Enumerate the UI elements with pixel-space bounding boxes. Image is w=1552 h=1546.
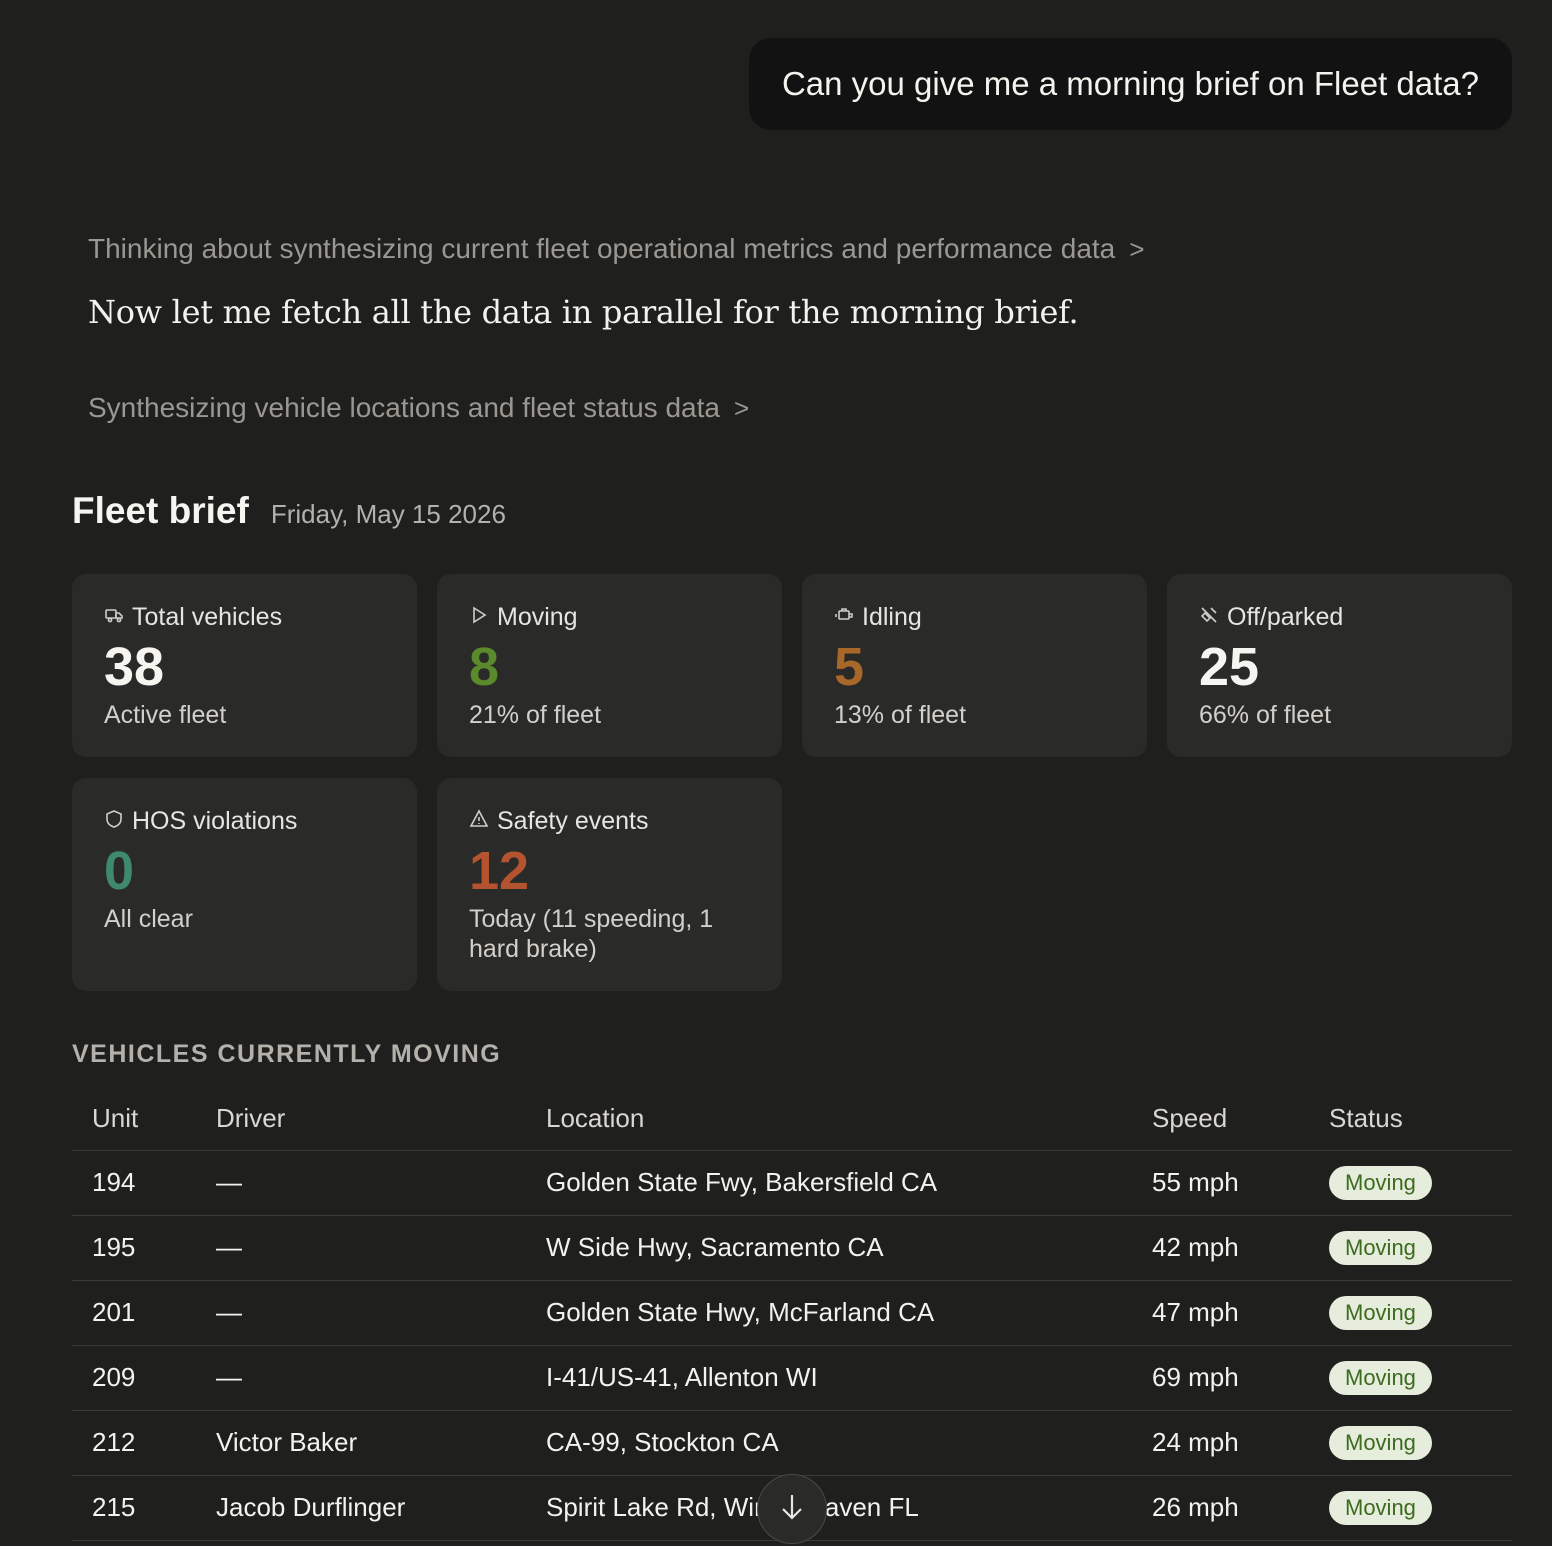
cell-unit: 194 <box>72 1150 196 1216</box>
card-value: 8 <box>469 637 500 697</box>
play-icon <box>469 603 489 632</box>
card-value: 38 <box>104 637 165 697</box>
status-badge: Moving <box>1329 1230 1432 1265</box>
warning-icon <box>469 807 489 836</box>
cell-unit: 209 <box>72 1345 196 1411</box>
card-value: 12 <box>469 841 530 901</box>
cell-speed: 55 mph <box>1132 1150 1309 1216</box>
thinking-toggle-1[interactable]: Thinking about synthesizing current flee… <box>88 233 1144 265</box>
table-row: 195 — W Side Hwy, Sacramento CA 42 mph M… <box>72 1215 1512 1281</box>
card-subtitle: Active fleet <box>104 701 227 729</box>
card-off-parked: Off/parked 25 66% of fleet <box>1167 574 1512 757</box>
column-header-driver: Driver <box>196 1088 526 1151</box>
card-value: 25 <box>1199 637 1260 697</box>
card-label: HOS violations <box>132 806 298 835</box>
status-badge: Moving <box>1329 1295 1432 1330</box>
cell-driver: Victor Baker <box>196 1410 526 1476</box>
column-header-location: Location <box>526 1088 1132 1151</box>
cell-driver: Jacob Durflinger <box>196 1475 526 1541</box>
cell-speed: 24 mph <box>1132 1410 1309 1476</box>
cell-speed: 47 mph <box>1132 1280 1309 1346</box>
cell-location: Spirit Lake Rd, Winter Haven FL <box>526 1475 1132 1541</box>
card-subtitle: Today (11 speeding, 1 hard brake) <box>469 905 714 963</box>
section-title: VEHICLES CURRENTLY MOVING <box>72 1040 502 1068</box>
vehicles-moving-table: Unit Driver Location Speed Status 194 — … <box>72 1088 1512 1541</box>
user-message-bubble: Can you give me a morning brief on Fleet… <box>748 38 1512 130</box>
card-safety-events: Safety events 12 Today (11 speeding, 1 h… <box>437 778 782 991</box>
cell-unit: 212 <box>72 1410 196 1476</box>
truck-icon <box>104 603 124 632</box>
card-label: Off/parked <box>1227 602 1344 631</box>
column-header-status: Status <box>1309 1088 1512 1151</box>
card-subtitle: 66% of fleet <box>1199 701 1332 729</box>
card-label: Moving <box>497 602 578 631</box>
cell-location: I-41/US-41, Allenton WI <box>526 1345 1132 1411</box>
card-moving: Moving 8 21% of fleet <box>437 574 782 757</box>
thinking-text-2: Synthesizing vehicle locations and fleet… <box>88 392 720 423</box>
card-subtitle: All clear <box>104 905 193 933</box>
card-subtitle: 21% of fleet <box>469 701 602 729</box>
shield-icon <box>104 807 124 836</box>
card-idling: Idling 5 13% of fleet <box>802 574 1147 757</box>
table-row: 194 — Golden State Fwy, Bakersfield CA 5… <box>72 1150 1512 1216</box>
cell-unit: 215 <box>72 1475 196 1541</box>
chat-page: Can you give me a morning brief on Fleet… <box>0 0 1552 1546</box>
cell-location: CA-99, Stockton CA <box>526 1410 1132 1476</box>
arrow-down-icon <box>779 1492 805 1527</box>
cell-location: W Side Hwy, Sacramento CA <box>526 1215 1132 1281</box>
cell-speed: 69 mph <box>1132 1345 1309 1411</box>
card-total-vehicles: Total vehicles 38 Active fleet <box>72 574 417 757</box>
table-row: 201 — Golden State Hwy, McFarland CA 47 … <box>72 1280 1512 1346</box>
cell-speed: 42 mph <box>1132 1215 1309 1281</box>
card-label: Safety events <box>497 806 649 835</box>
thinking-text-1: Thinking about synthesizing current flee… <box>88 233 1116 264</box>
thinking-toggle-2[interactable]: Synthesizing vehicle locations and fleet… <box>88 392 749 424</box>
table-header-row: Unit Driver Location Speed Status <box>72 1088 1512 1151</box>
column-header-unit: Unit <box>72 1088 196 1151</box>
cell-driver: — <box>196 1345 526 1411</box>
card-subtitle: 13% of fleet <box>834 701 967 729</box>
brief-title: Fleet brief <box>72 490 249 531</box>
brief-header: Fleet brief Friday, May 15 2026 <box>72 490 506 532</box>
card-value: 0 <box>104 841 135 901</box>
table-row: 209 — I-41/US-41, Allenton WI 69 mph Mov… <box>72 1345 1512 1411</box>
user-message-text: Can you give me a morning brief on Fleet… <box>781 65 1479 102</box>
engine-icon <box>834 603 854 632</box>
card-hos-violations: HOS violations 0 All clear <box>72 778 417 991</box>
cell-location: Golden State Hwy, McFarland CA <box>526 1280 1132 1346</box>
parked-off-icon <box>1199 603 1219 632</box>
assistant-message: Now let me fetch all the data in paralle… <box>88 293 1079 331</box>
chevron-right-icon: > <box>733 392 750 423</box>
card-label: Total vehicles <box>132 602 283 631</box>
chevron-right-icon: > <box>1129 233 1145 264</box>
status-badge: Moving <box>1329 1490 1432 1525</box>
card-label: Idling <box>862 602 922 631</box>
cell-driver: — <box>196 1280 526 1346</box>
cell-driver: — <box>196 1215 526 1281</box>
status-badge: Moving <box>1329 1425 1432 1460</box>
cell-location: Golden State Fwy, Bakersfield CA <box>526 1150 1132 1216</box>
cell-unit: 195 <box>72 1215 196 1281</box>
status-badge: Moving <box>1329 1165 1432 1200</box>
scroll-to-bottom-button[interactable] <box>757 1474 827 1544</box>
cell-unit: 201 <box>72 1280 196 1346</box>
brief-date: Friday, May 15 2026 <box>270 499 506 529</box>
table-row: 212 Victor Baker CA-99, Stockton CA 24 m… <box>72 1410 1512 1476</box>
cell-driver: — <box>196 1150 526 1216</box>
card-value: 5 <box>834 637 865 697</box>
status-badge: Moving <box>1329 1360 1432 1395</box>
column-header-speed: Speed <box>1132 1088 1309 1151</box>
cell-speed: 26 mph <box>1132 1475 1309 1541</box>
